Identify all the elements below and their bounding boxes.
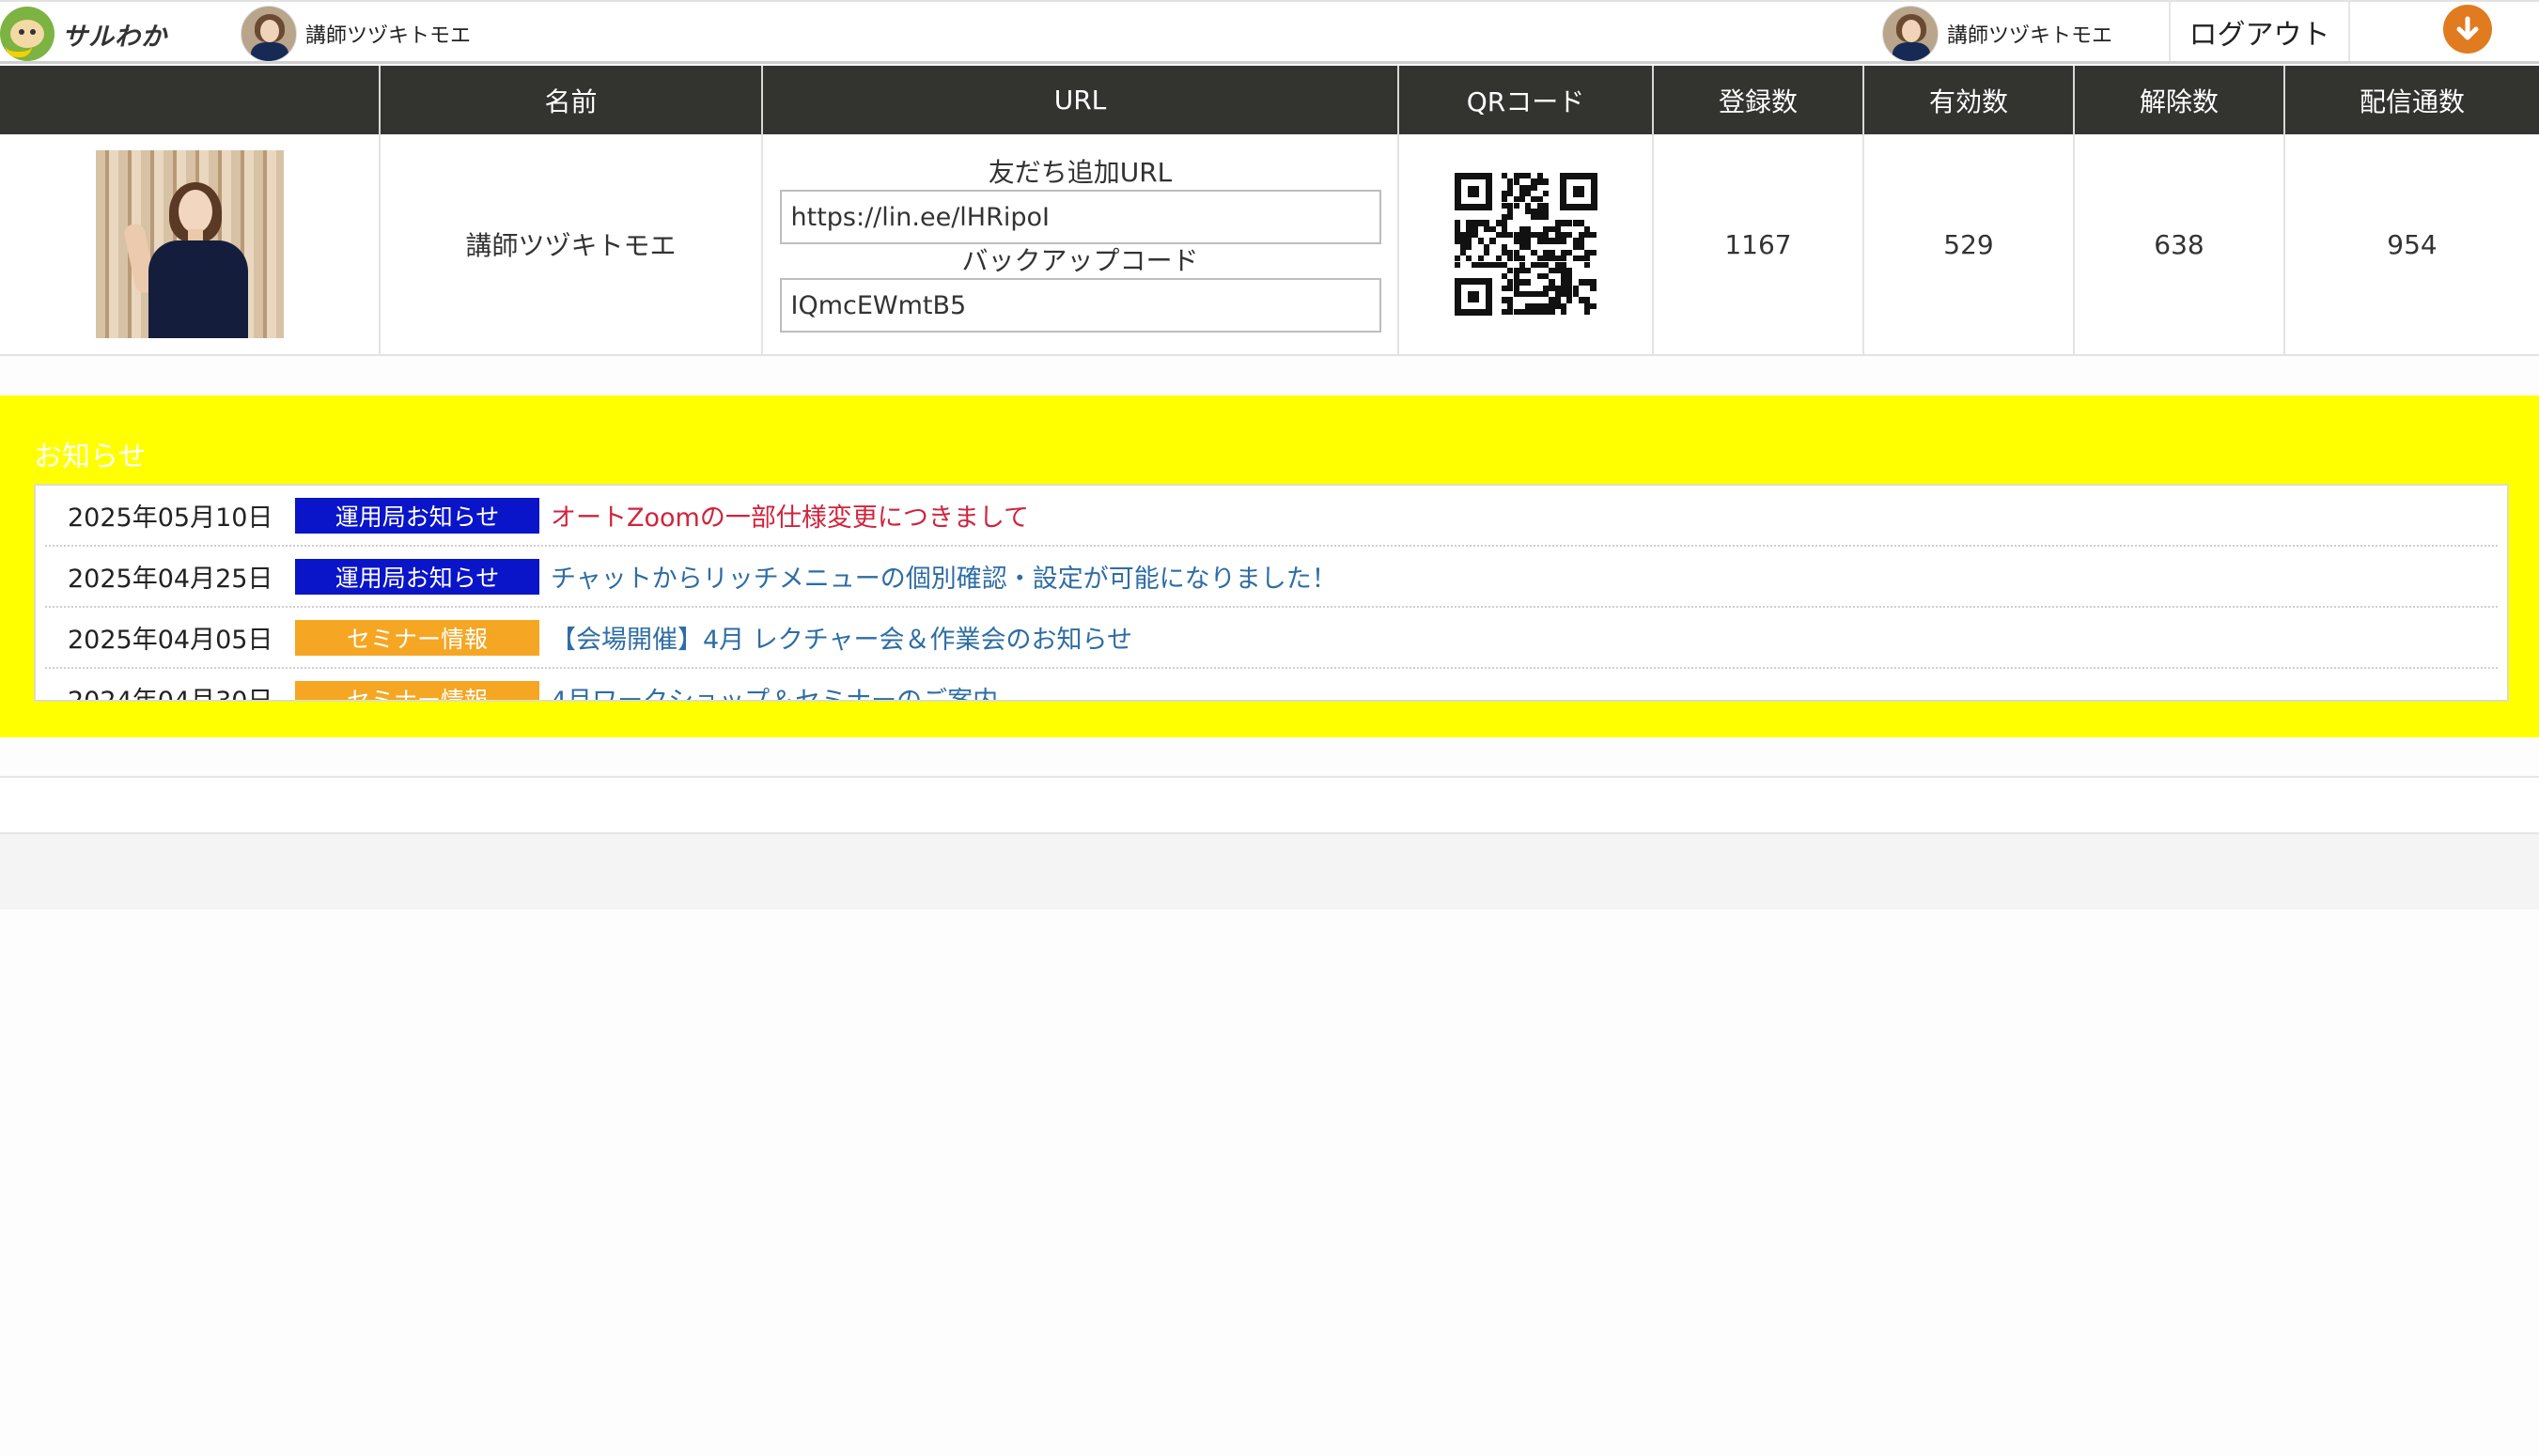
delivery-count: 954 — [2283, 134, 2539, 356]
footer — [0, 834, 2539, 909]
avatar — [1882, 6, 1939, 62]
notice-link[interactable]: 【会場開催】4月 レクチャー会＆作業会のお知らせ — [551, 619, 1132, 656]
logout-button[interactable]: ログアウト — [2169, 2, 2350, 61]
notice-title: お知らせ — [34, 441, 147, 473]
notice-date: 2025年05月10日 — [68, 503, 273, 533]
qr-code-cell — [1397, 134, 1653, 356]
list-item: 2025年05月10日 運用局お知らせ オートZoomの一部仕様変更につきまして — [45, 486, 2498, 547]
unsubscribed-count: 638 — [2073, 134, 2284, 356]
table-header-row: 名前 URL QRコード 登録数 有効数 解除数 配信通数 — [0, 66, 2539, 134]
profile-photo — [95, 150, 284, 338]
list-item: 2024年04月30日 セミナー情報 4月ワークショップ＆セミナーのご案内 — [45, 669, 2498, 702]
column-header-url: URL — [761, 66, 1398, 134]
column-header-qr: QRコード — [1397, 66, 1653, 134]
column-header-registered: 登録数 — [1652, 66, 1863, 134]
notice-link[interactable]: オートZoomの一部仕様変更につきまして — [551, 497, 1029, 534]
column-header-unsubscribed: 解除数 — [2073, 66, 2284, 134]
notice-category-badge: セミナー情報 — [295, 680, 539, 700]
notice-category-badge: セミナー情報 — [295, 619, 539, 656]
friend-url-label: 友だち追加URL — [988, 157, 1173, 188]
notice-category-badge: 運用局お知らせ — [295, 497, 539, 534]
current-account[interactable]: 講師ツヅキトモエ — [241, 5, 471, 63]
account-name-cell: 講師ツヅキトモエ — [379, 134, 762, 356]
notice-date: 2024年04月30日 — [68, 687, 273, 702]
backup-code-label: バックアップコード — [961, 245, 1199, 276]
app-logo[interactable]: サルわか — [0, 7, 167, 61]
notice-date: 2025年04月05日 — [68, 626, 273, 655]
registered-count: 1167 — [1652, 134, 1863, 356]
notice-section: お知らせ 2025年05月10日 運用局お知らせ オートZoomの一部仕様変更に… — [0, 395, 2539, 737]
table-row: 講師ツヅキトモエ 友だち追加URL バックアップコード 1167 529 — [0, 134, 2539, 356]
list-item: 2025年04月05日 セミナー情報 【会場開催】4月 レクチャー会＆作業会のお… — [45, 608, 2498, 669]
active-count: 529 — [1862, 134, 2074, 356]
url-cell: 友だち追加URL バックアップコード — [761, 134, 1398, 356]
qr-code-icon[interactable] — [1454, 173, 1597, 316]
backup-code-field[interactable] — [779, 278, 1381, 333]
notice-list[interactable]: 2025年05月10日 運用局お知らせ オートZoomの一部仕様変更につきまして… — [34, 484, 2509, 702]
profile-image-cell — [0, 134, 380, 356]
arrow-down-circle-icon[interactable] — [2443, 5, 2492, 54]
avatar — [241, 6, 297, 62]
column-header-name: 名前 — [379, 66, 762, 134]
list-item: 2025年04月25日 運用局お知らせ チャットからリッチメニューの個別確認・設… — [45, 547, 2498, 608]
notice-link[interactable]: チャットからリッチメニューの個別確認・設定が可能になりました！ — [551, 558, 1337, 595]
column-header-deliveries: 配信通数 — [2283, 66, 2539, 134]
top-bar: サルわか 講師ツヅキトモエ 講師ツヅキトモエ ログアウト — [0, 0, 2539, 64]
notice-link[interactable]: 4月ワークショップ＆セミナーのご案内 — [551, 680, 998, 700]
content-divider — [0, 776, 2539, 834]
monkey-logo-icon — [0, 7, 55, 61]
friend-url-field[interactable] — [779, 190, 1381, 244]
user-menu[interactable]: 講師ツヅキトモエ — [1882, 5, 2112, 63]
account-name: 講師ツヅキトモエ — [305, 24, 472, 48]
notice-category-badge: 運用局お知らせ — [295, 558, 539, 595]
notice-date: 2025年04月25日 — [68, 565, 273, 594]
column-header-active: 有効数 — [1862, 66, 2074, 134]
user-name: 講師ツヅキトモエ — [1947, 24, 2113, 48]
logo-text: サルわか — [62, 22, 167, 52]
column-header-image — [0, 66, 380, 134]
account-table: 名前 URL QRコード 登録数 有効数 解除数 配信通数 講師ツヅキトモエ 友… — [0, 66, 2539, 356]
